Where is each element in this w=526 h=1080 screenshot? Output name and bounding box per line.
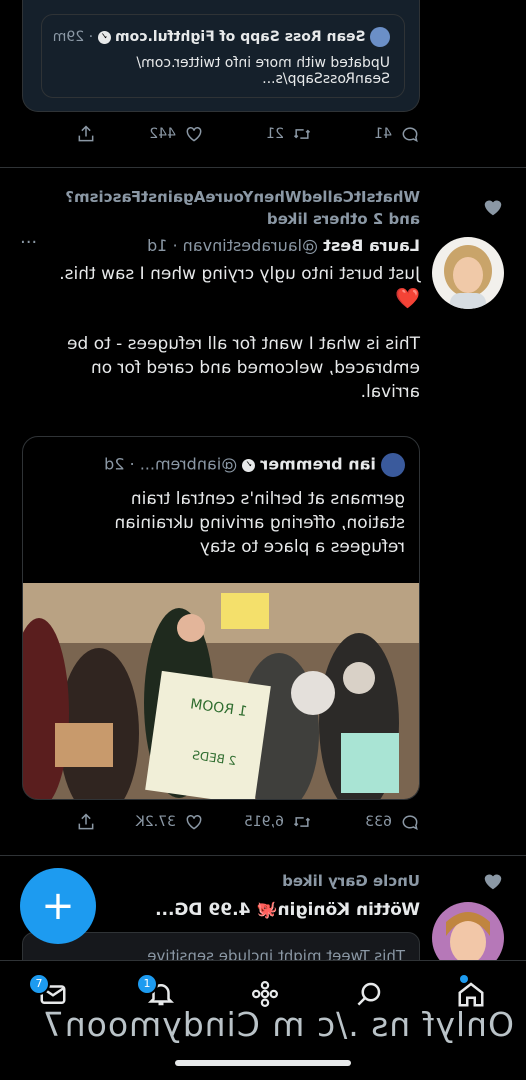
tweet-text-line: This is what I want for all refugees - t…: [67, 334, 420, 354]
tweet-text-line: Just burst into ugly crying when I saw t…: [59, 264, 420, 284]
tweet-actions: 41 21 442: [0, 124, 420, 144]
compose-tweet-button[interactable]: +: [20, 868, 96, 944]
plus-icon: +: [41, 883, 75, 929]
author-handle: @ianbrem... · 2d: [104, 454, 238, 474]
verified-icon: ✓: [242, 458, 256, 472]
notifications-badge: 1: [136, 973, 158, 995]
verified-icon: ✓: [97, 30, 111, 44]
retweet-button[interactable]: 6,915: [204, 812, 312, 832]
retweet-count: 21: [266, 126, 284, 142]
retweet-button[interactable]: 21: [204, 124, 312, 144]
quoted-author-row: Sean Ross Sapp of Fightful.com ✓ · 29m: [52, 27, 390, 47]
heart-icon: [186, 126, 202, 142]
social-context-heart-icon: [482, 870, 504, 896]
retweet-icon: [293, 817, 311, 827]
avatar[interactable]: [432, 237, 504, 309]
reply-button[interactable]: 633: [312, 812, 420, 832]
quoted-author-row: ian bremmer ✓ @ianbrem... · 2d: [104, 453, 405, 477]
media-image[interactable]: 1 ROOM 2 BEDS: [22, 583, 419, 800]
tweet-actions: 633 6,915 37.2K: [0, 812, 420, 832]
reply-count: 633: [365, 814, 392, 830]
retweet-count: 6,915: [243, 814, 284, 830]
reply-count: 41: [374, 126, 392, 142]
link-card[interactable]: Sean Ross Sapp of Fightful.com ✓ · 29m U…: [22, 0, 420, 112]
social-context[interactable]: WhatsItCalledWhenYoureAgainstFascism? an…: [65, 186, 420, 230]
profile-photo: [432, 237, 504, 309]
social-context-line: and 2 others liked: [266, 210, 420, 228]
watermark-text: Onlyf ns ./c m Cindymoon7: [41, 1005, 514, 1044]
reply-button[interactable]: 41: [312, 124, 420, 144]
new-content-dot: [460, 975, 468, 983]
mirrored-screen: Sean Ross Sapp of Fightful.com ✓ · 29m U…: [0, 0, 526, 1080]
like-count: 442: [149, 126, 176, 142]
share-icon: [78, 813, 94, 830]
quoted-text: germans at berlin's central train statio…: [35, 487, 405, 559]
tweet-text-line: arrival.: [360, 382, 420, 402]
avatar: [370, 27, 390, 47]
author-name[interactable]: Laura Best: [323, 236, 420, 255]
social-context[interactable]: Uncle Gary liked: [282, 872, 420, 890]
like-button[interactable]: 442: [96, 124, 204, 144]
author-name: Sean Ross Sapp of Fightful.com: [114, 29, 366, 45]
divider: [0, 167, 526, 168]
tweet-header: Laura Best @laurabestinvan · 1d ···: [20, 232, 420, 255]
heart-icon: [186, 814, 202, 830]
author-name: ian bremmer: [260, 454, 376, 474]
quoted-text-line: germans at berlin's central train: [130, 489, 405, 509]
home-indicator[interactable]: [175, 1060, 351, 1066]
heart-emoji: ❤️: [395, 286, 420, 310]
social-context-line: WhatsItCalledWhenYoureAgainstFascism?: [65, 188, 420, 206]
quoted-tweet[interactable]: ian bremmer ✓ @ianbrem... · 2d germans a…: [22, 436, 420, 800]
quoted-text-line: station, offering arriving ukrainian: [114, 513, 405, 533]
avatar: [381, 453, 405, 477]
author-handle[interactable]: @laurabestinvan · 1d: [147, 236, 318, 255]
like-count: 37.2K: [135, 814, 176, 830]
quoted-tweet-card[interactable]: Sean Ross Sapp of Fightful.com ✓ · 29m U…: [41, 14, 405, 98]
card-text: Updated with more info twitter.com/: [136, 55, 390, 71]
share-button[interactable]: [76, 812, 96, 832]
reply-icon: [402, 127, 418, 143]
like-button[interactable]: 37.2K: [96, 812, 204, 832]
tweet-text: Just burst into ugly crying when I saw t…: [20, 262, 420, 404]
tweet-text-line: embraced, welcomed and cared for on: [90, 358, 420, 378]
messages-badge: 7: [28, 973, 50, 995]
share-button[interactable]: [76, 124, 96, 144]
quoted-text-line: refugees a place to stay: [199, 537, 405, 557]
card-text: SeanRossSapp/s...: [262, 71, 390, 87]
retweet-icon: [293, 129, 311, 139]
share-icon: [78, 125, 94, 142]
divider: [0, 855, 526, 856]
social-context-heart-icon: [474, 196, 504, 222]
more-options-button[interactable]: ···: [20, 232, 37, 253]
timestamp: · 29m: [52, 29, 94, 45]
reply-icon: [402, 815, 418, 831]
